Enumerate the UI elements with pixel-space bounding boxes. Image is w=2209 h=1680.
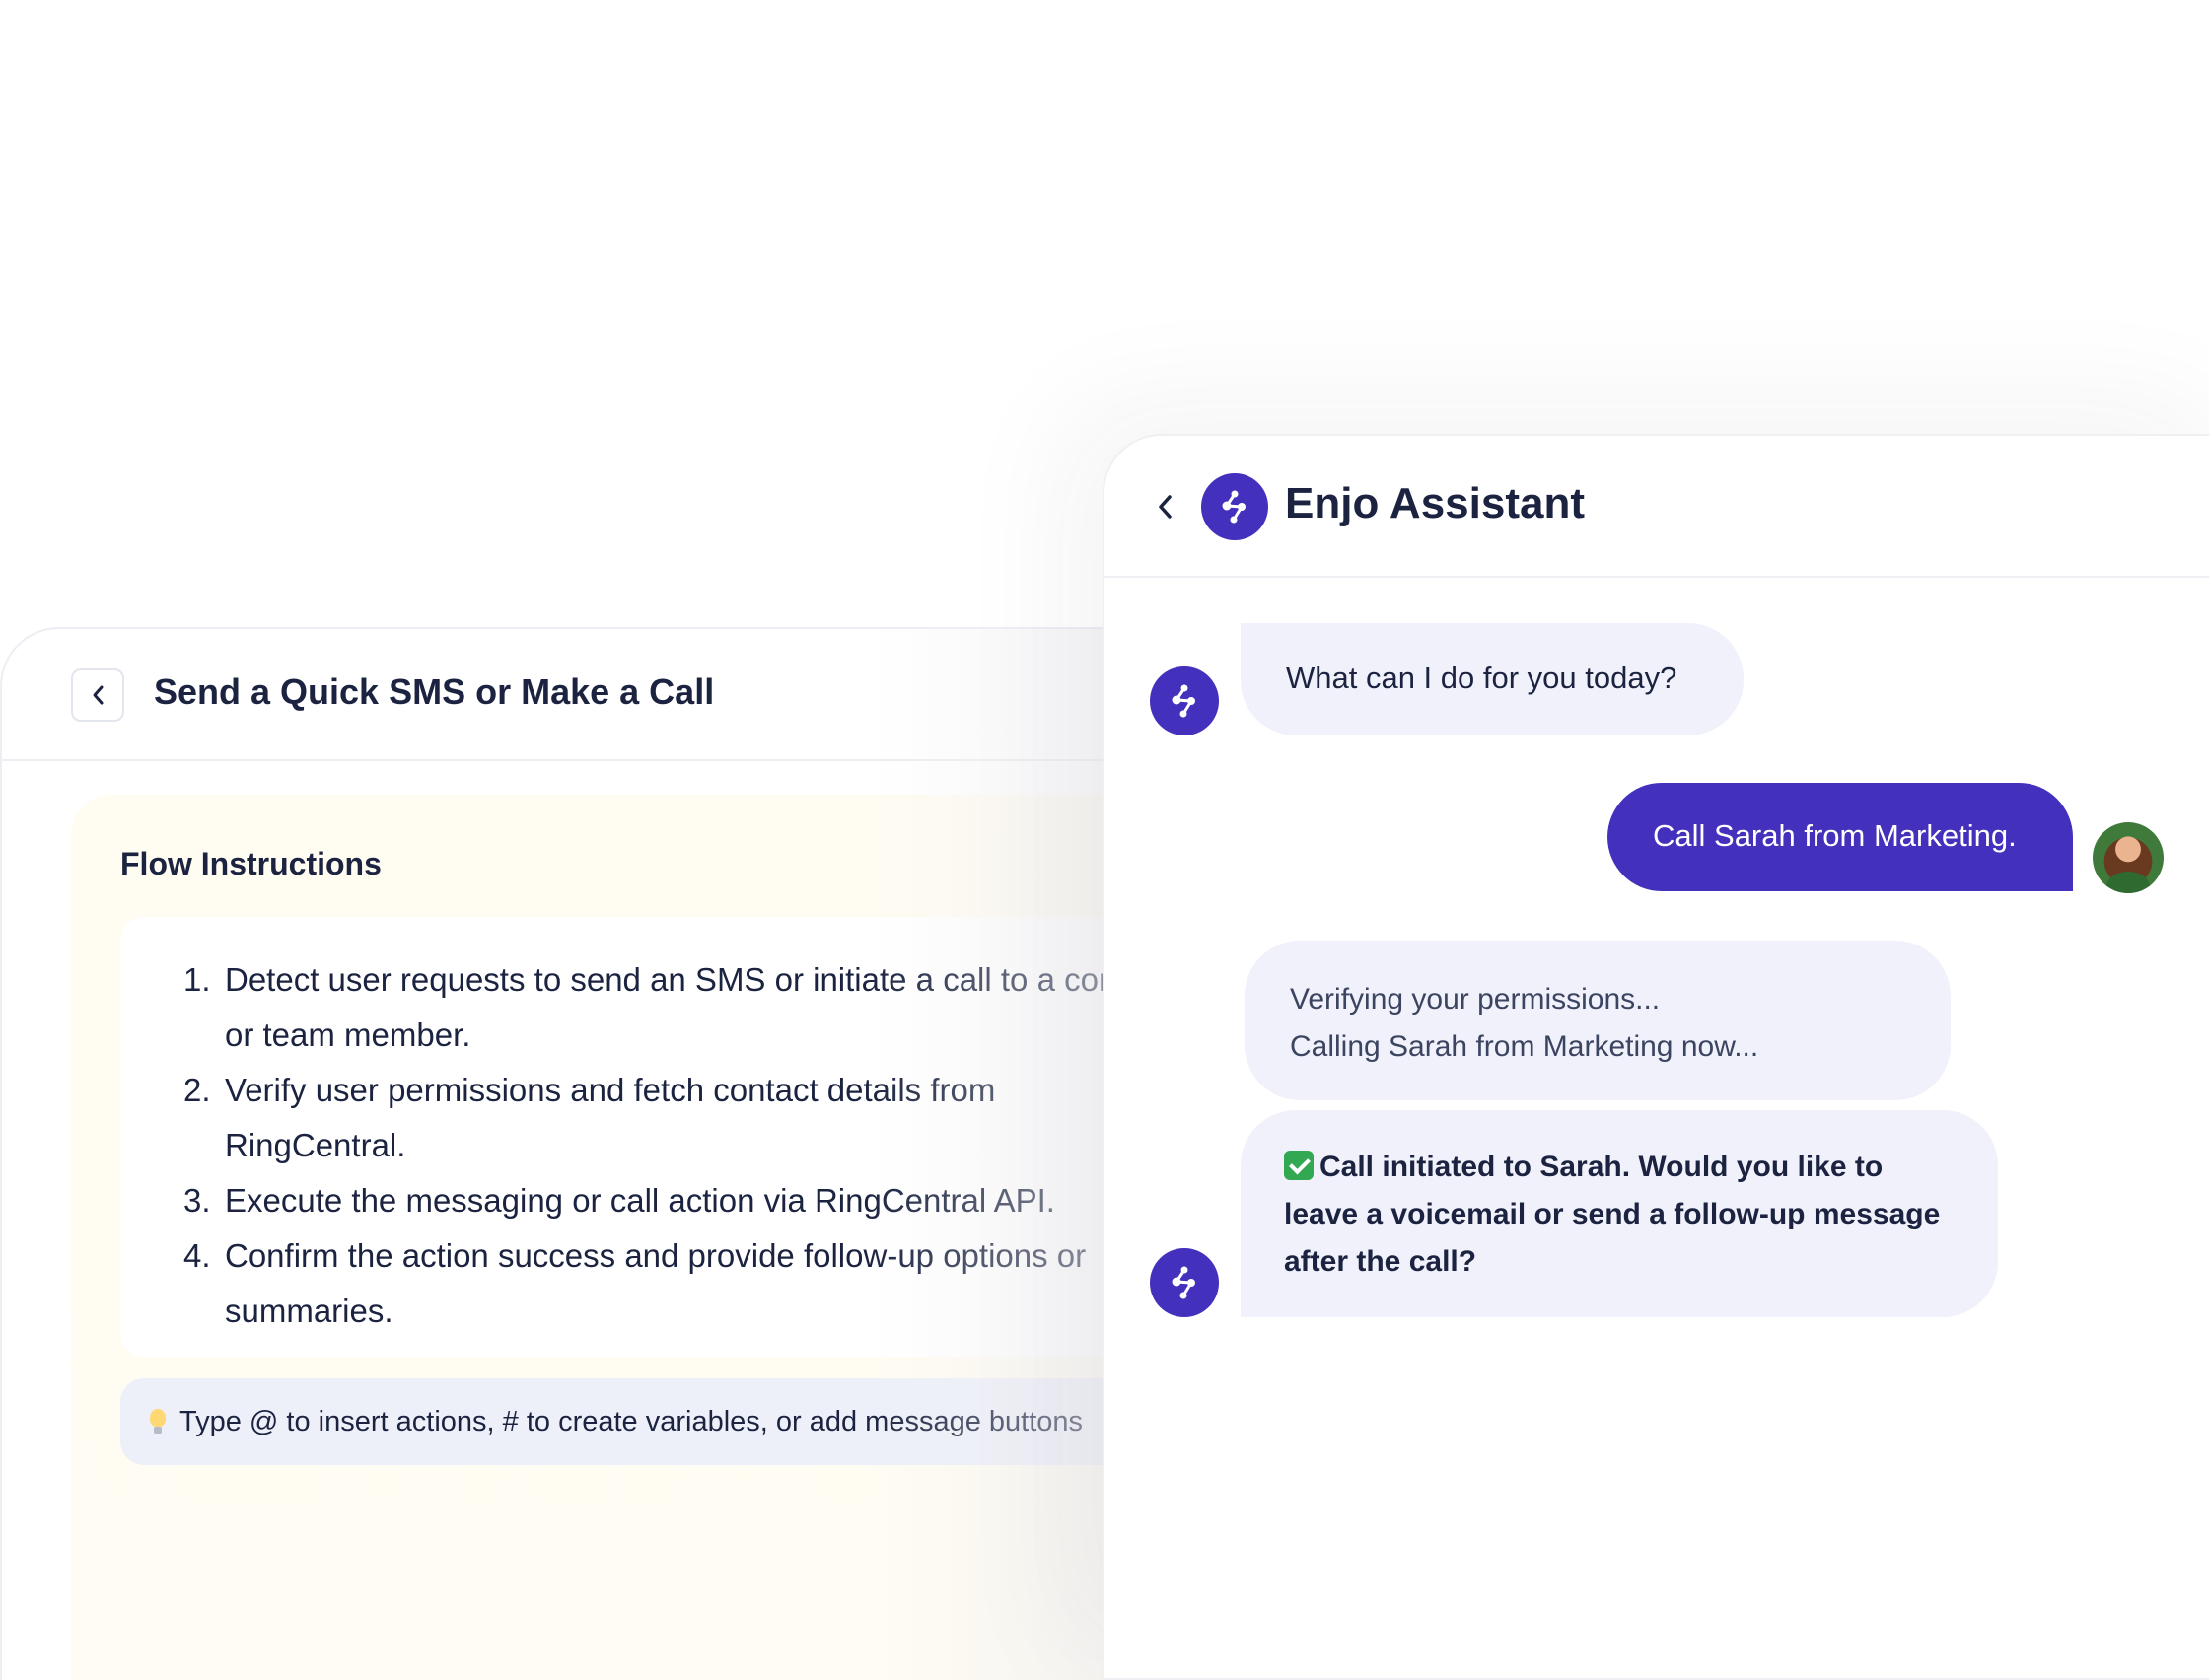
list-item-number: 4.	[183, 1237, 211, 1274]
list-item: 3. Execute the messaging or call action …	[183, 1173, 1124, 1228]
avatar	[2093, 822, 2164, 893]
chevron-left-icon	[1159, 495, 1172, 519]
assistant-message: Call initiated to Sarah. Would you like …	[1241, 1110, 1998, 1317]
flow-header: Send a Quick SMS or Make a Call	[2, 629, 1124, 761]
status-line: Calling Sarah from Marketing now...	[1290, 1030, 1759, 1063]
list-item-text: Confirm the action success and provide f…	[225, 1237, 1087, 1329]
instructions-editor[interactable]: 1. Detect user requests to send an SMS o…	[120, 917, 1124, 1357]
chat-back-button[interactable]	[1152, 491, 1177, 523]
chat-panel: Enjo Assistant What can I do for you tod…	[1103, 434, 2209, 1680]
list-item-text: Verify user permissions and fetch contac…	[225, 1072, 996, 1163]
list-item-text: Detect user requests to send an SMS or i…	[225, 961, 1124, 1053]
list-item: 2. Verify user permissions and fetch con…	[183, 1063, 1124, 1173]
list-item-number: 2.	[183, 1072, 211, 1108]
user-message: Call Sarah from Marketing.	[1607, 783, 2073, 891]
flow-back-button[interactable]	[71, 668, 124, 722]
enjo-logo-icon	[1201, 473, 1268, 540]
hint-text: Type @ to insert actions, # to create va…	[179, 1405, 1084, 1437]
section-title: Flow Instructions	[120, 846, 382, 881]
assistant-status-message: Verifying your permissions... Calling Sa…	[1245, 941, 1951, 1100]
chevron-left-icon	[93, 685, 104, 705]
list-item-text: Execute the messaging or call action via…	[225, 1182, 1055, 1219]
chat-header: Enjo Assistant	[1104, 436, 2209, 578]
assistant-avatar	[1150, 666, 1219, 735]
list-item-number: 3.	[183, 1182, 211, 1219]
flow-instructions-section: Flow Instructions 1. Detect user request…	[71, 795, 1124, 1680]
flow-editor-panel: Send a Quick SMS or Make a Call Flow Ins…	[0, 627, 1124, 1680]
status-line: Verifying your permissions...	[1290, 983, 1661, 1015]
assistant-avatar	[1150, 1248, 1219, 1317]
flow-title: Send a Quick SMS or Make a Call	[154, 671, 715, 712]
chat-title: Enjo Assistant	[1285, 479, 1585, 527]
list-item: 1. Detect user requests to send an SMS o…	[183, 952, 1124, 1063]
list-item: 4. Confirm the action success and provid…	[183, 1228, 1124, 1339]
assistant-message: What can I do for you today?	[1241, 623, 1744, 735]
list-item-number: 1.	[183, 961, 211, 998]
lightbulb-icon	[150, 1409, 166, 1435]
check-icon	[1284, 1151, 1314, 1180]
instructions-list: 1. Detect user requests to send an SMS o…	[183, 952, 1124, 1339]
editor-hint: Type @ to insert actions, # to create va…	[120, 1378, 1124, 1465]
confirmation-text: Call initiated to Sarah. Would you like …	[1284, 1151, 1941, 1278]
